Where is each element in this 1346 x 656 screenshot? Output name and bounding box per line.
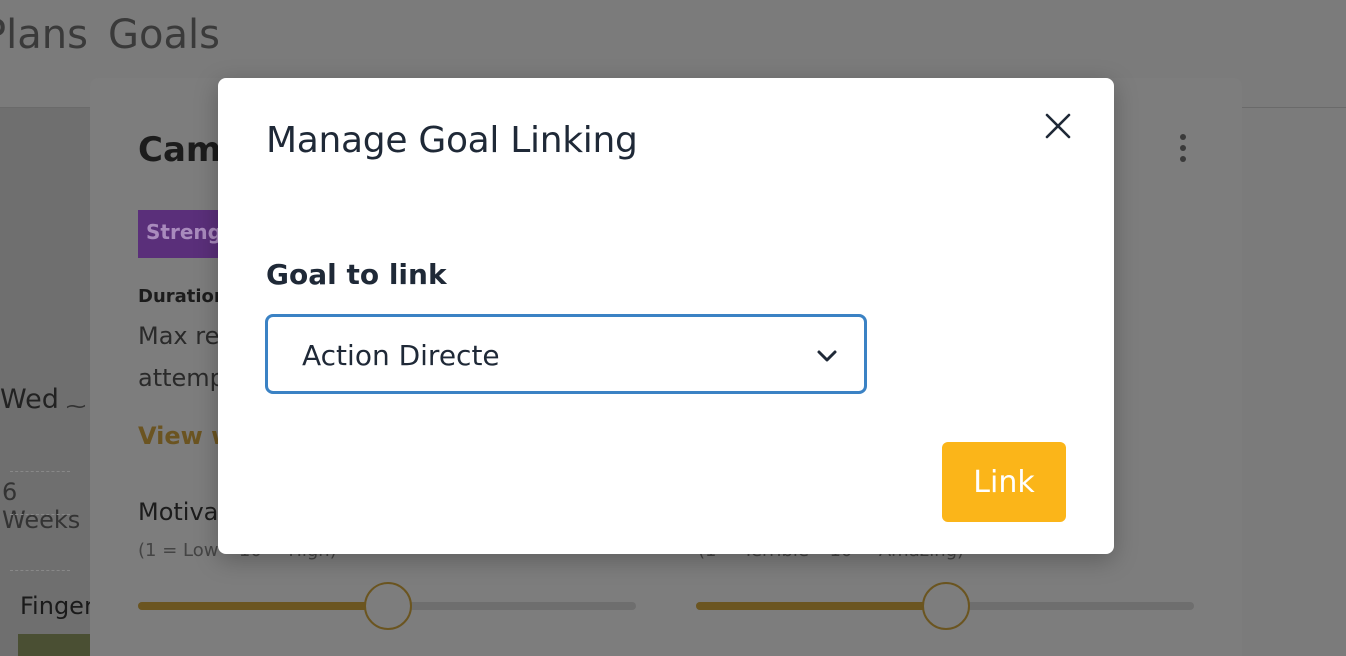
session-tag bbox=[18, 634, 90, 656]
close-icon bbox=[1045, 113, 1071, 139]
goal-linking-modal: Manage Goal Linking Goal to link Action … bbox=[218, 78, 1114, 554]
slider-thumb[interactable] bbox=[364, 582, 412, 630]
goal-field-label: Goal to link bbox=[266, 258, 447, 291]
chevron-down-icon bbox=[817, 350, 837, 362]
weeks-label: 6 Weeks bbox=[2, 478, 81, 534]
calendar-column: Wed ⁓ 6 Weeks Fingerboard bbox=[0, 108, 163, 656]
nav-plans[interactable]: Plans bbox=[0, 12, 88, 58]
motivation-slider[interactable] bbox=[138, 582, 636, 630]
slider-thumb[interactable] bbox=[922, 582, 970, 630]
divider bbox=[10, 514, 70, 515]
day-label: Wed bbox=[0, 384, 59, 415]
goal-select[interactable]: Action Directe bbox=[265, 314, 867, 394]
activity-icon: ⁓ bbox=[66, 394, 86, 418]
slider-fill bbox=[696, 602, 946, 610]
feeling-slider[interactable] bbox=[696, 582, 1194, 630]
divider bbox=[10, 471, 70, 472]
more-options-icon[interactable] bbox=[1180, 134, 1188, 167]
duration-label: Duration bbox=[138, 286, 227, 307]
modal-title: Manage Goal Linking bbox=[266, 120, 638, 161]
goal-select-value: Action Directe bbox=[302, 339, 500, 372]
nav-goals[interactable]: Goals bbox=[108, 12, 220, 58]
slider-fill bbox=[138, 602, 388, 610]
close-button[interactable] bbox=[1040, 108, 1076, 144]
link-button[interactable]: Link bbox=[942, 442, 1066, 522]
divider bbox=[10, 570, 70, 571]
